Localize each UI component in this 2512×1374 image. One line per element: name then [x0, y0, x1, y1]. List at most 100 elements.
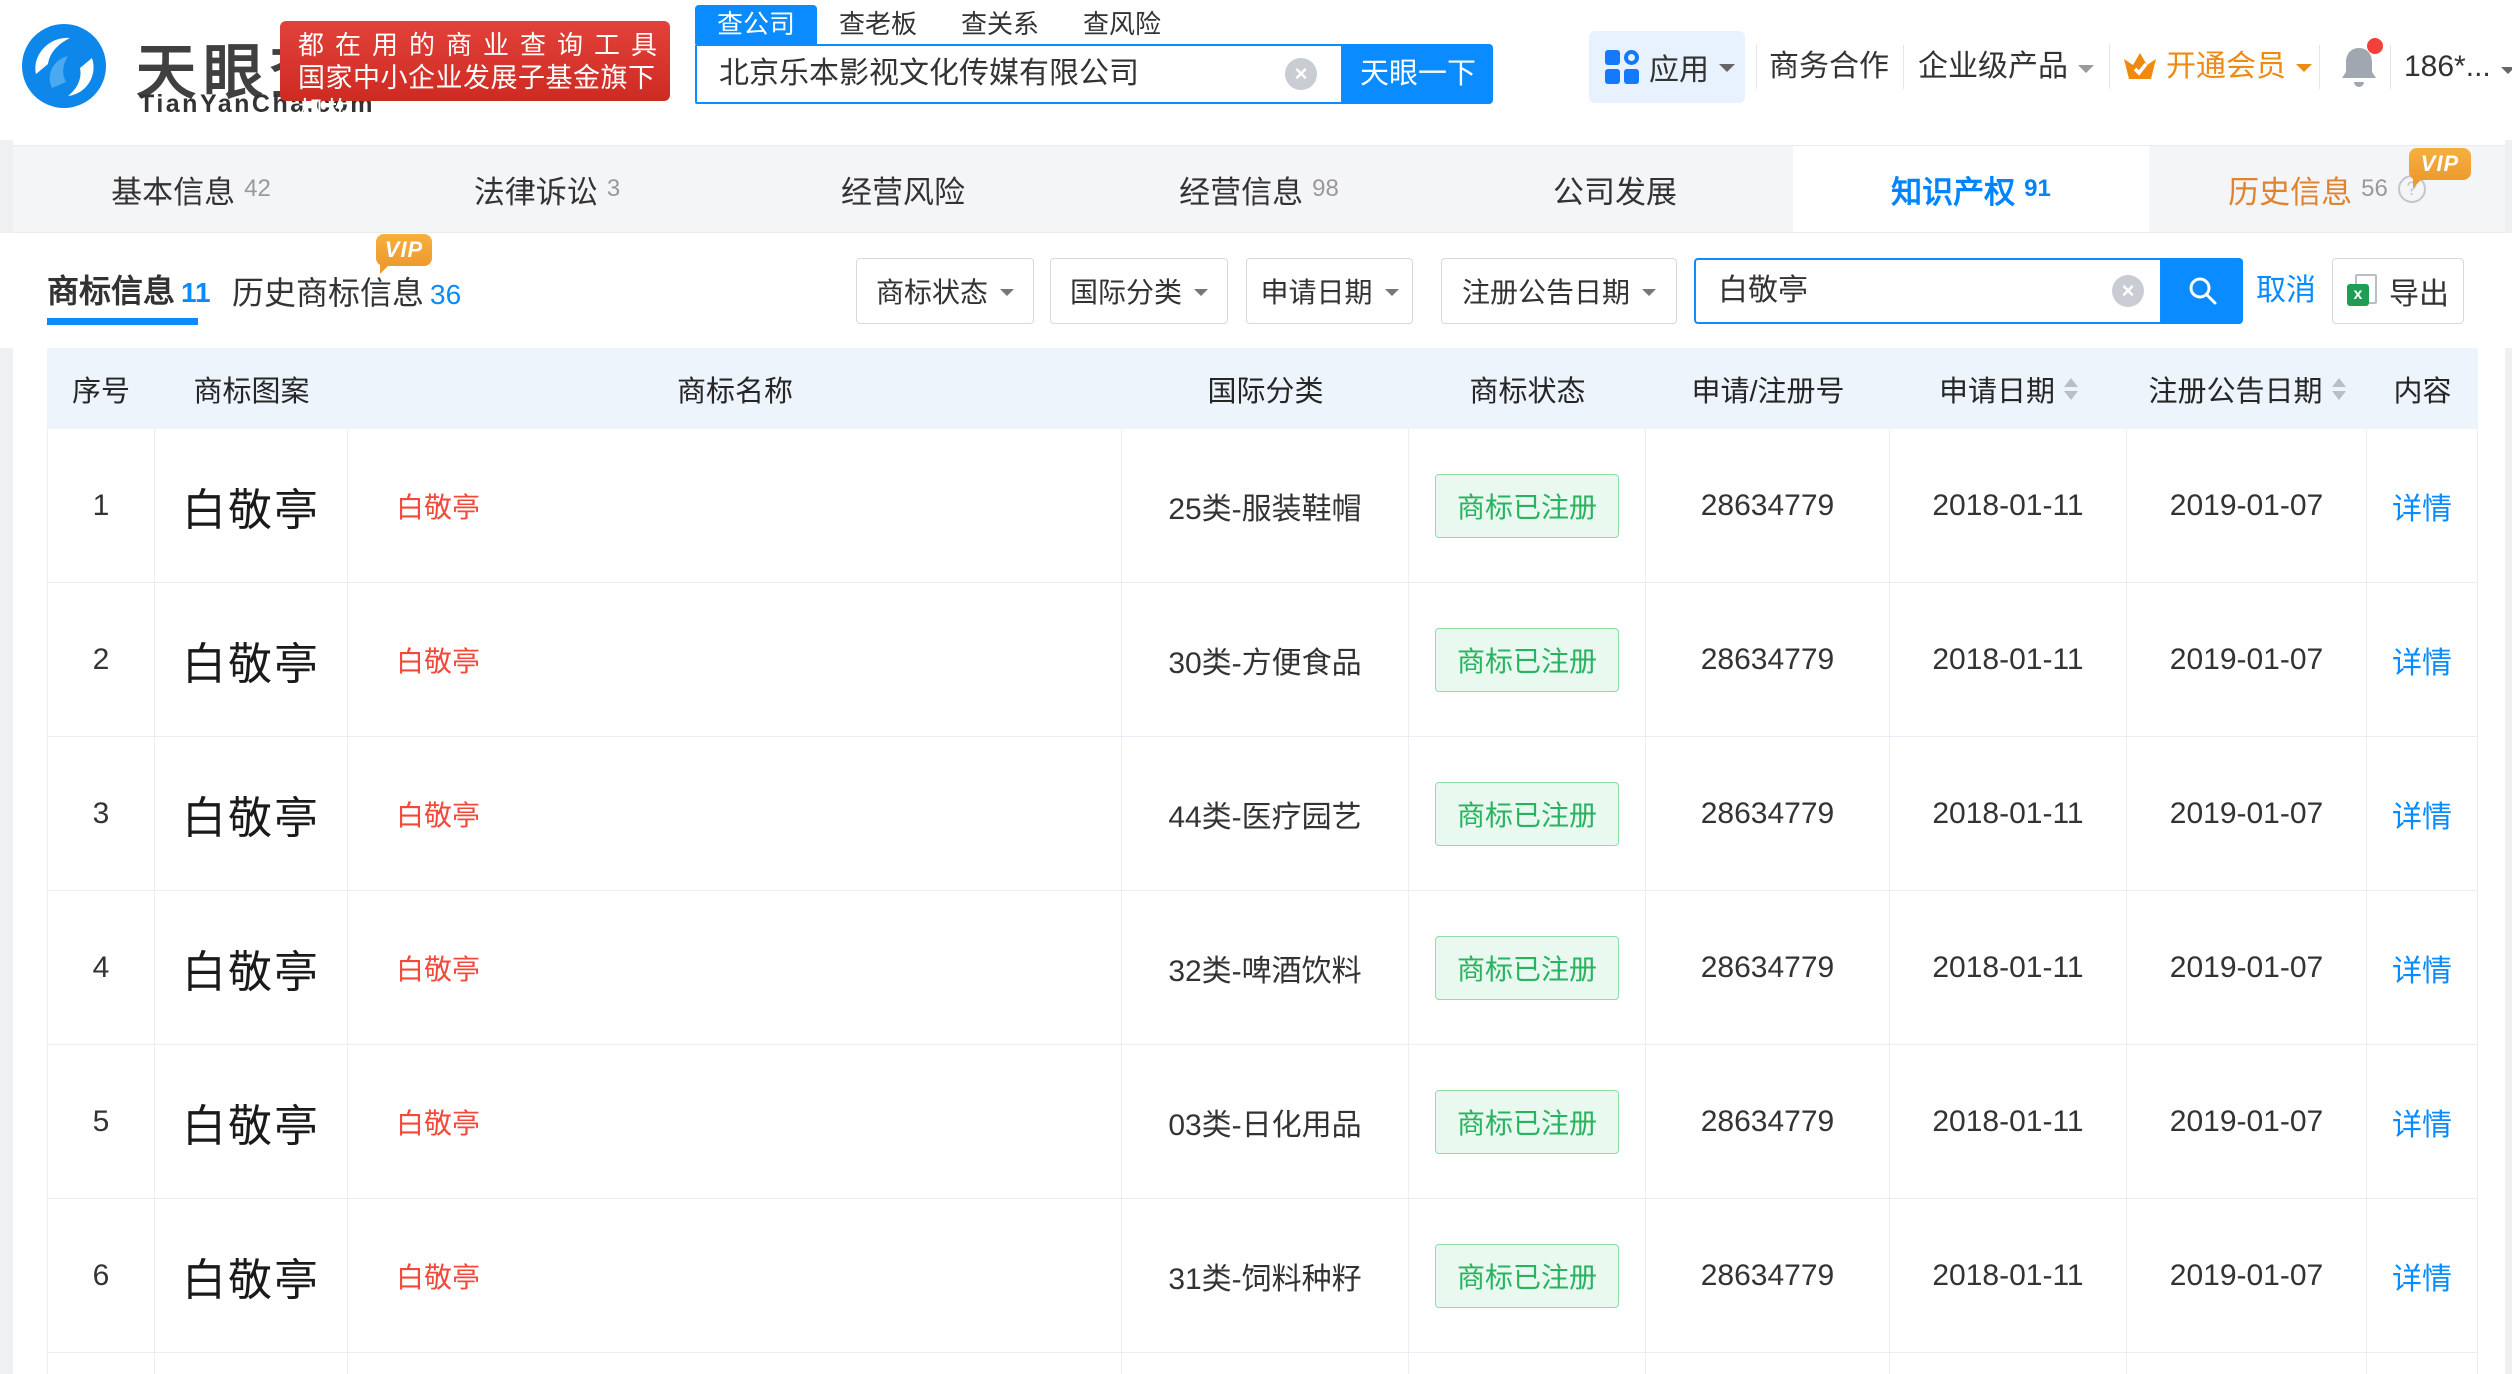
cell-reg-no: 28634779 — [1646, 583, 1890, 736]
clear-search-icon[interactable]: × — [2112, 275, 2144, 307]
col-header-apply-date[interactable]: 申请日期 — [1890, 348, 2127, 429]
tab-label: 公司发展 — [1553, 174, 1677, 210]
search-tab-company[interactable]: 查公司 — [695, 5, 818, 44]
tab-company-development[interactable]: 公司发展 — [1437, 146, 1793, 232]
detail-link[interactable]: 详情 — [2392, 484, 2452, 528]
cell-intl-class: 25类-服装鞋帽 — [1122, 429, 1409, 582]
cell-status: 商标已注册 — [1409, 429, 1646, 582]
chevron-down-icon — [2296, 64, 2312, 80]
nav-enterprise[interactable]: 企业级产品 — [1918, 31, 2094, 103]
cell-pub-date: 2019-01-07 — [2127, 891, 2367, 1044]
filter-trademark-status[interactable]: 商标状态 — [856, 258, 1034, 324]
slogan-line1: 都在用的商业查询工具 — [298, 30, 669, 60]
cell-mark-image: 白敬亭 — [155, 583, 348, 736]
table-row: 1 白敬亭 白敬亭 25类-服装鞋帽 商标已注册 28634779 2018-0… — [47, 429, 2478, 583]
detail-link[interactable]: 详情 — [2392, 946, 2452, 990]
tab-label: 经营信息 — [1179, 174, 1304, 210]
cell-status: 商标已注册 — [1409, 737, 1646, 890]
cell-reg-no: 28634779 — [1646, 1045, 1890, 1198]
cell-reg-no: 28634779 — [1646, 737, 1890, 890]
cell-mark-name: 白敬亭 — [348, 429, 1122, 582]
company-search-input[interactable]: 北京乐本影视文化传媒有限公司 × — [695, 44, 1343, 104]
tab-legal[interactable]: 法律诉讼 3 — [369, 146, 725, 232]
clear-search-icon[interactable]: × — [1285, 58, 1317, 90]
search-tab-relation[interactable]: 查关系 — [939, 5, 1061, 44]
tab-count: 98 — [1312, 175, 1339, 202]
detail-link[interactable]: 详情 — [2392, 638, 2452, 682]
col-header-label: 申请日期 — [1938, 375, 2055, 408]
status-badge: 商标已注册 — [1434, 627, 1619, 692]
cell-status: 商标已注册 — [1409, 891, 1646, 1044]
sort-icon[interactable] — [2064, 377, 2078, 400]
filter-reg-pub-date[interactable]: 注册公告日期 — [1441, 258, 1677, 324]
chevron-down-icon — [1719, 64, 1735, 80]
subtab-label: 商标信息 — [47, 273, 176, 309]
table-row: 2 白敬亭 白敬亭 30类-方便食品 商标已注册 28634779 2018-0… — [47, 583, 2478, 737]
table-row-partial — [47, 1353, 2478, 1374]
nav-user-account[interactable]: 186*... — [2404, 31, 2512, 103]
nav-vip-label: 开通会员 — [2166, 50, 2286, 83]
tab-history-info[interactable]: VIP 历史信息 56 ? — [2149, 146, 2505, 232]
status-badge: 商标已注册 — [1434, 473, 1619, 538]
tab-intellectual-property[interactable]: 知识产权 91 — [1793, 146, 2149, 232]
cell-mark-image: 白敬亭 — [155, 429, 348, 582]
cell-pub-date: 2019-01-07 — [2127, 737, 2367, 890]
cell-mark-name: 白敬亭 — [348, 1199, 1122, 1352]
tab-label: 基本信息 — [111, 174, 236, 210]
cell-content: 详情 — [2367, 737, 2478, 890]
tianyancha-logo-icon[interactable] — [22, 24, 106, 108]
subtab-history-trademark[interactable]: VIP 历史商标信息 36 — [232, 234, 461, 314]
nav-biz-coop[interactable]: 商务合作 — [1769, 31, 1889, 103]
notification-bell[interactable] — [2339, 38, 2383, 90]
company-tab-bar: 基本信息 42 法律诉讼 3 经营风险 经营信息 98 公司发展 知识产权 91 VIP… — [13, 145, 2505, 233]
filter-intl-class[interactable]: 国际分类 — [1050, 258, 1228, 324]
apps-grid-icon — [1605, 50, 1639, 84]
cell-intl-class: 44类-医疗园艺 — [1122, 737, 1409, 890]
nav-divider — [1903, 45, 1904, 89]
nav-enterprise-label: 企业级产品 — [1918, 50, 2068, 83]
tianyan-search-button[interactable]: 天眼一下 — [1343, 44, 1493, 104]
apps-label: 应用 — [1649, 54, 1709, 87]
detail-link[interactable]: 详情 — [2392, 1100, 2452, 1144]
tab-operation-info[interactable]: 经营信息 98 — [1081, 146, 1437, 232]
user-phone-label: 186*... — [2404, 50, 2491, 83]
apps-menu[interactable]: 应用 — [1589, 31, 1745, 103]
tab-operation-risk[interactable]: 经营风险 — [725, 146, 1081, 232]
page: 天眼查 TianYanCha.com 都在用的商业查询工具 国家中小企业发展子基… — [0, 0, 2512, 1374]
cell-apply-date: 2018-01-11 — [1890, 583, 2127, 736]
tab-basic-info[interactable]: 基本信息 42 — [13, 146, 369, 232]
nav-vip-join[interactable]: 开通会员 — [2122, 31, 2312, 103]
export-button[interactable]: x 导出 — [2332, 258, 2464, 324]
trademark-toolbar: 商标信息 11 VIP 历史商标信息 36 商标状态 国际分类 申请日期 注册公告日… — [0, 233, 2512, 348]
cancel-button[interactable]: 取消 — [2256, 258, 2316, 324]
search-tab-boss[interactable]: 查老板 — [817, 5, 939, 44]
cell-status: 商标已注册 — [1409, 1045, 1646, 1198]
col-header-intl-class: 国际分类 — [1207, 375, 1324, 408]
search-icon — [2189, 277, 2216, 305]
sort-icon[interactable] — [2331, 377, 2346, 400]
detail-link[interactable]: 详情 — [2392, 792, 2452, 836]
cell-status: 商标已注册 — [1409, 583, 1646, 736]
col-header-pub-date[interactable]: 注册公告日期 — [2127, 348, 2367, 429]
cell-reg-no: 28634779 — [1646, 891, 1890, 1044]
tab-count: 91 — [2024, 175, 2051, 202]
cell-mark-image: 白敬亭 — [155, 1045, 348, 1198]
search-tab-risk[interactable]: 查风险 — [1061, 5, 1183, 44]
cell-mark-name: 白敬亭 — [348, 891, 1122, 1044]
notification-dot — [2367, 38, 2383, 54]
cell-mark-image: 白敬亭 — [155, 1199, 348, 1352]
cell-index: 6 — [47, 1199, 155, 1352]
filter-apply-date[interactable]: 申请日期 — [1246, 258, 1413, 324]
cell-content: 详情 — [2367, 583, 2478, 736]
trademark-search-input[interactable]: 白敬亭 × — [1694, 258, 2162, 324]
trademark-search-button[interactable] — [2162, 258, 2243, 324]
subtab-trademark-info[interactable]: 商标信息 11 — [47, 266, 211, 312]
slogan-line2: 国家中小企业发展子基金旗下机构 — [298, 63, 656, 127]
cell-apply-date: 2018-01-11 — [1890, 737, 2127, 890]
subtab-label: 历史商标信息 — [232, 275, 425, 311]
cell-apply-date: 2018-01-11 — [1890, 891, 2127, 1044]
trademark-image: 白敬亭 — [182, 1254, 320, 1306]
detail-link[interactable]: 详情 — [2392, 1254, 2452, 1298]
cell-mark-image: 白敬亭 — [155, 891, 348, 1044]
crown-icon — [2124, 53, 2156, 79]
